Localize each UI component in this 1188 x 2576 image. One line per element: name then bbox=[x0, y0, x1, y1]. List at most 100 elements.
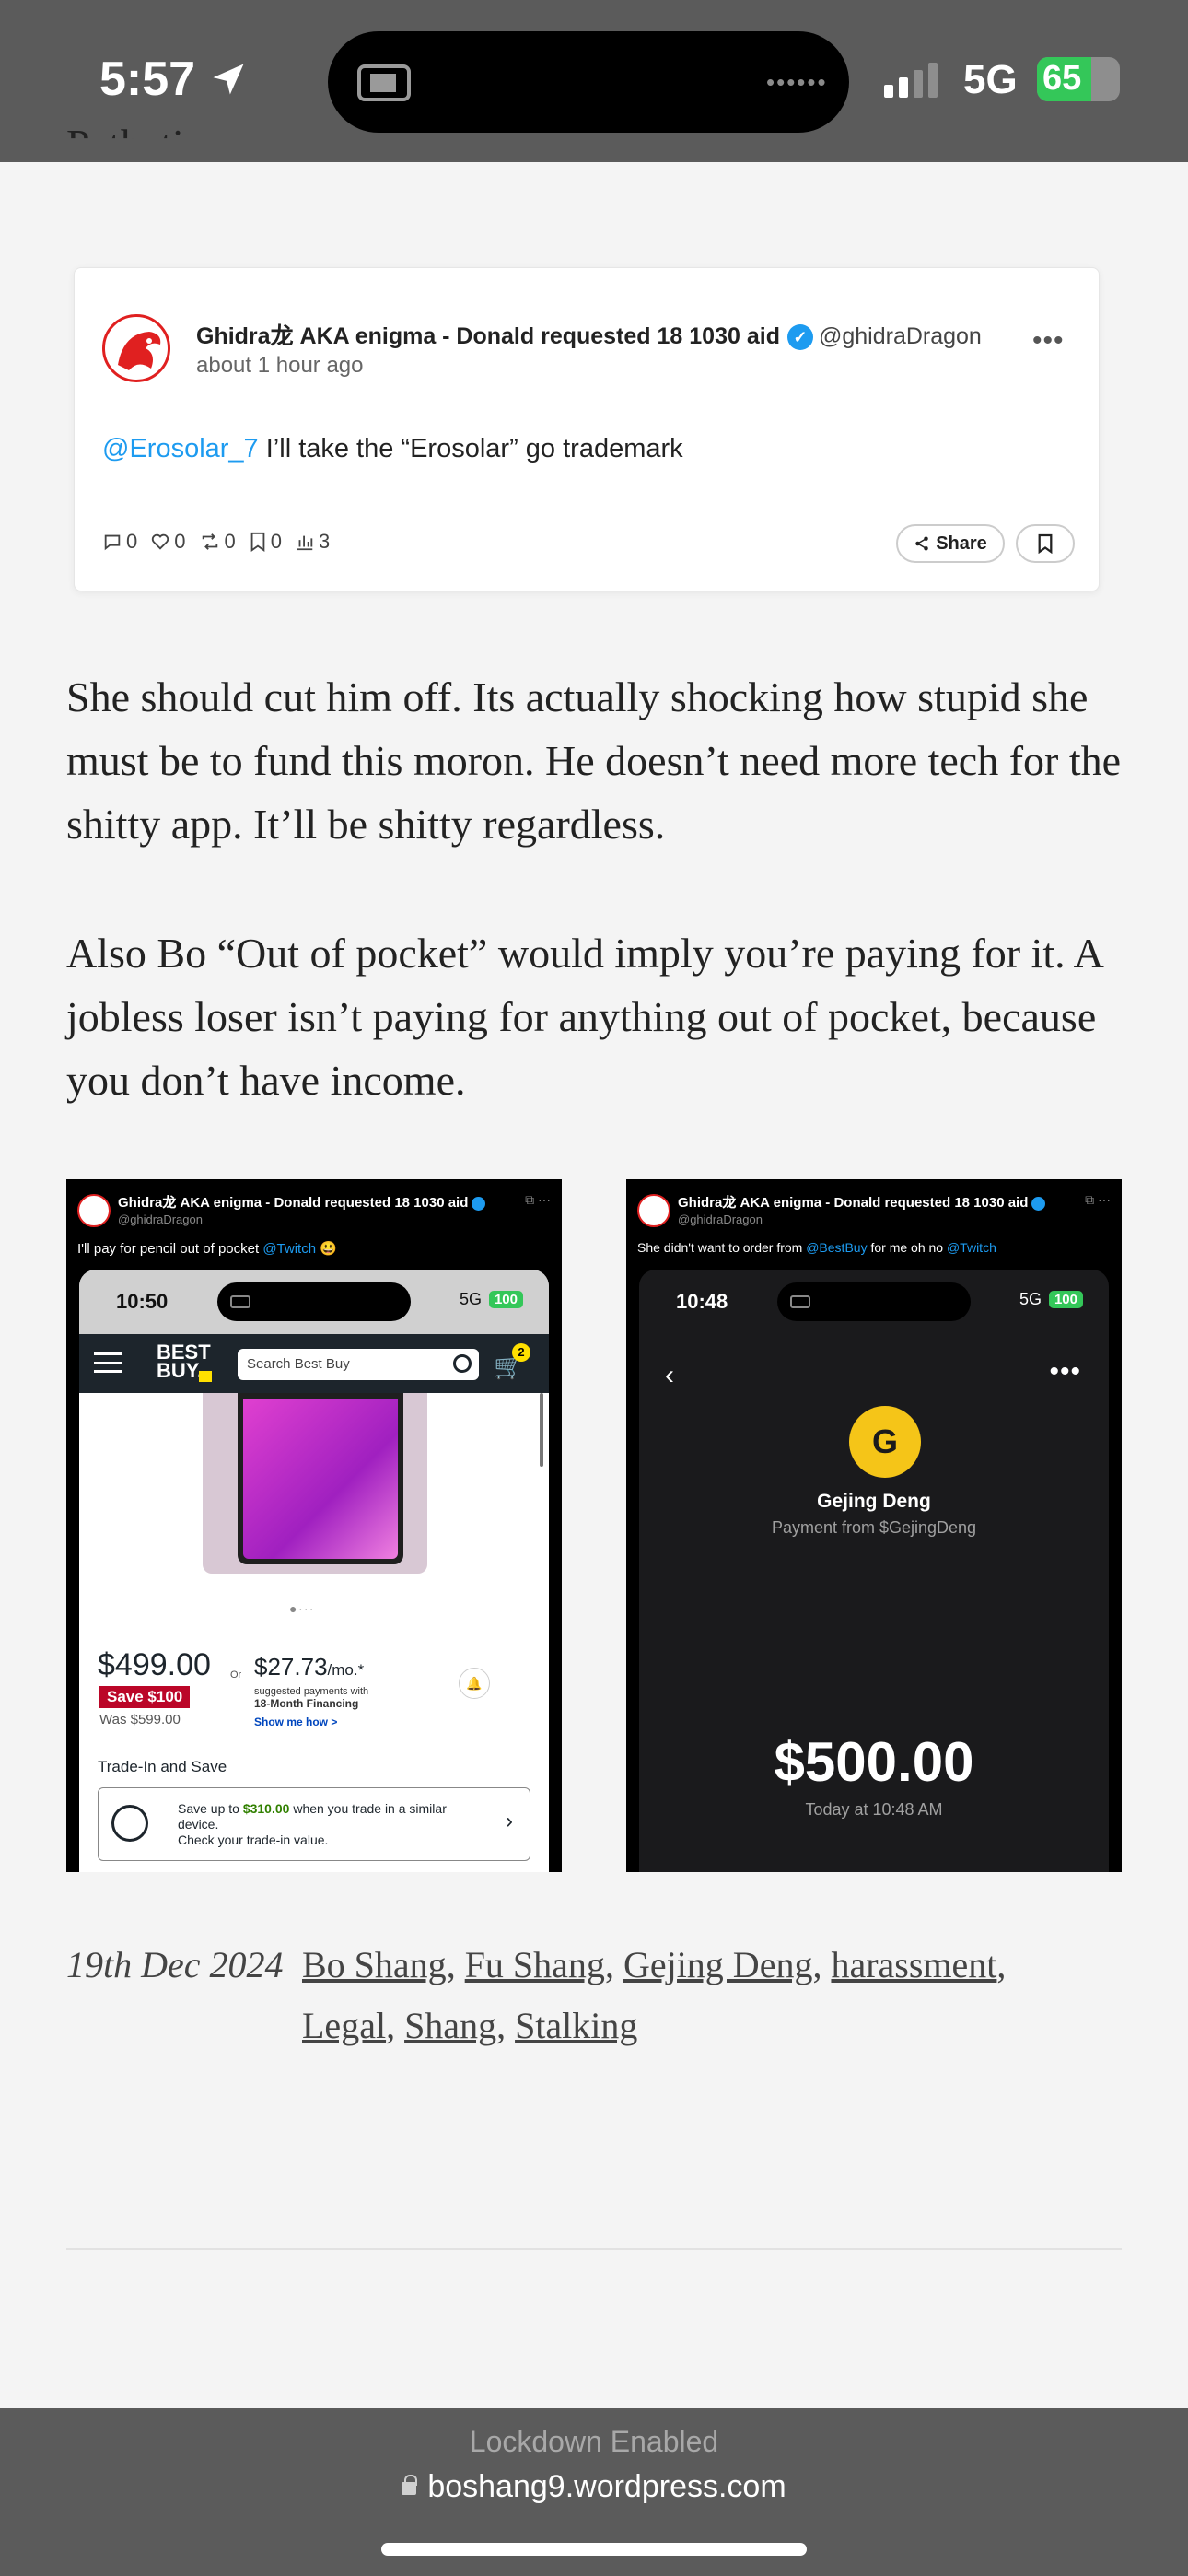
phone-time: 10:50 bbox=[116, 1290, 169, 1313]
financing-text: suggested payments with 18-Month Financin… bbox=[254, 1686, 369, 1710]
trade-in-title: Trade-In and Save bbox=[98, 1758, 227, 1775]
signal-icon bbox=[884, 61, 938, 98]
show-me-link: Show me how > bbox=[254, 1715, 338, 1728]
paragraph-2: Also Bo “Out of pocket” would imply you’… bbox=[66, 930, 1102, 1104]
more-icon: ••• bbox=[1049, 1356, 1081, 1387]
trade-in-text: Save up to $310.00 when you trade in a s… bbox=[178, 1801, 447, 1847]
share-button[interactable]: Share bbox=[896, 524, 1005, 563]
mention-link[interactable]: @Erosolar_7 bbox=[102, 434, 259, 463]
verified-badge-icon bbox=[472, 1196, 486, 1211]
shot-more-icon: ⧉ ··· bbox=[1085, 1192, 1111, 1207]
address-bar[interactable]: boshang9.wordpress.com bbox=[0, 2469, 1188, 2505]
tag-link[interactable]: Fu Shang bbox=[465, 1944, 605, 1985]
retweet-stat[interactable]: 0 bbox=[199, 530, 236, 554]
shot-tweet-text: She didn't want to order from @BestBuy f… bbox=[637, 1240, 996, 1255]
views-stat[interactable]: 3 bbox=[295, 530, 330, 554]
screenshot-payment[interactable]: Ghidra龙 AKA enigma - Donald requested 18… bbox=[626, 1179, 1122, 1872]
share-label: Share bbox=[936, 533, 987, 554]
payer-avatar: G bbox=[849, 1406, 921, 1478]
tag-link[interactable]: harassment bbox=[831, 1944, 996, 1985]
network-type: 5G bbox=[963, 57, 1018, 102]
url-text[interactable]: boshang9.wordpress.com bbox=[427, 2469, 786, 2504]
retweet-icon bbox=[202, 533, 217, 550]
monthly-price: $27.73/mo.* bbox=[254, 1653, 365, 1680]
tweet-author-handle[interactable]: @ghidraDragon bbox=[819, 323, 982, 349]
save-badge: Save $100 bbox=[99, 1686, 191, 1708]
search-icon bbox=[453, 1354, 472, 1373]
verified-badge-icon: ✓ bbox=[786, 324, 813, 351]
shot-author-handle: @ghidraDragon bbox=[678, 1212, 763, 1226]
tweet-stats: 0 0 0 0 3 bbox=[102, 530, 330, 554]
shot-more-icon: ⧉ ··· bbox=[525, 1192, 551, 1207]
scrollbar bbox=[540, 1393, 543, 1467]
phone-screenshot: 10:48 5G 100 ‹ ••• G Gejing Deng Payment … bbox=[639, 1270, 1109, 1872]
menu-icon bbox=[94, 1352, 122, 1373]
shot-author-handle: @ghidraDragon bbox=[118, 1212, 203, 1226]
trade-in-icon bbox=[111, 1805, 148, 1842]
product-page: ●∙∙∙ $499.00 Save $100 Was $599.00 Or $2… bbox=[79, 1393, 549, 1872]
bestbuy-header: BEST BUY. Search Best Buy 🛒 2 bbox=[79, 1334, 549, 1393]
reply-icon bbox=[104, 534, 121, 551]
battery-percent: 65 bbox=[1042, 59, 1082, 98]
like-stat[interactable]: 0 bbox=[150, 530, 186, 554]
tweet-time[interactable]: about 1 hour ago bbox=[196, 353, 364, 379]
status-time: 5:57 bbox=[99, 53, 196, 106]
phone-status-bar: 10:50 5G 100 bbox=[79, 1270, 549, 1334]
bell-icon: 🔔 bbox=[459, 1668, 490, 1699]
payment-time: Today at 10:48 AM bbox=[805, 1800, 943, 1819]
divider bbox=[66, 2248, 1122, 2250]
tag-link[interactable]: Gejing Deng bbox=[623, 1944, 813, 1985]
tweet-author[interactable]: Ghidra龙 AKA enigma - Donald requested 18… bbox=[196, 318, 982, 351]
reply-stat[interactable]: 0 bbox=[102, 530, 137, 554]
tweet-author-name[interactable]: Ghidra龙 AKA enigma - Donald requested 18… bbox=[196, 323, 780, 349]
post-tags: Bo Shang, Fu Shang, Gejing Deng, harassm… bbox=[302, 1944, 1007, 2046]
heart-icon bbox=[152, 533, 169, 550]
tag-link[interactable]: Bo Shang bbox=[302, 1944, 447, 1985]
ipad-image bbox=[203, 1393, 427, 1574]
tweet-text-body: I’ll take the “Erosolar” go trademark bbox=[258, 434, 683, 463]
dragon-avatar[interactable] bbox=[102, 314, 170, 382]
bookmark-icon bbox=[1038, 533, 1053, 554]
lock-icon bbox=[402, 2475, 418, 2496]
screen-recording-icon bbox=[357, 64, 411, 101]
bestbuy-search: Search Best Buy bbox=[238, 1349, 479, 1380]
browser-bottom-bar[interactable]: Lockdown Enabled boshang9.wordpress.com bbox=[0, 2408, 1188, 2576]
battery-icon: 65 bbox=[1037, 57, 1120, 101]
dynamic-island: •••••• bbox=[328, 31, 849, 133]
trade-in-box: Save up to $310.00 when you trade in a s… bbox=[98, 1787, 530, 1861]
verified-badge-icon bbox=[1031, 1196, 1046, 1211]
cart-count: 2 bbox=[512, 1343, 530, 1362]
back-chevron-icon: ‹ bbox=[665, 1360, 674, 1390]
payer-name: Gejing Deng bbox=[817, 1491, 931, 1512]
screenshot-bestbuy[interactable]: Ghidra龙 AKA enigma - Donald requested 18… bbox=[66, 1179, 562, 1872]
carousel-dots: ●∙∙∙ bbox=[289, 1601, 316, 1616]
more-options-icon[interactable]: ••• bbox=[1032, 325, 1065, 357]
views-chart-icon bbox=[297, 535, 313, 551]
location-arrow-icon bbox=[213, 64, 244, 95]
bookmark-icon bbox=[250, 532, 265, 552]
shot-author-name: Ghidra龙 AKA enigma - Donald requested 18… bbox=[118, 1192, 486, 1212]
or-label: Or bbox=[230, 1669, 242, 1680]
phone-screenshot: 10:50 5G 100 BEST BUY. Search Best Buy 🛒 2… bbox=[79, 1270, 549, 1872]
tweet-embed-card[interactable]: Ghidra龙 AKA enigma - Donald requested 18… bbox=[74, 267, 1100, 591]
tag-link[interactable]: Stalking bbox=[515, 2005, 637, 2046]
home-indicator[interactable] bbox=[381, 2543, 807, 2556]
tweet-text: @Erosolar_7 I’ll take the “Erosolar” go … bbox=[102, 434, 683, 464]
product-price: $499.00 bbox=[98, 1647, 211, 1682]
tag-link[interactable]: Legal bbox=[302, 2005, 386, 2046]
chevron-right-icon: › bbox=[506, 1809, 513, 1833]
lockdown-label: Lockdown Enabled bbox=[469, 2425, 719, 2458]
island-dots-icon: •••••• bbox=[766, 68, 828, 96]
payment-amount: $500.00 bbox=[774, 1731, 974, 1793]
phone-time: 10:48 bbox=[676, 1290, 728, 1313]
dragon-avatar bbox=[77, 1194, 111, 1227]
share-icon bbox=[915, 536, 928, 551]
bookmark-button[interactable] bbox=[1016, 524, 1075, 563]
paragraph-1: She should cut him off. Its actually sho… bbox=[66, 673, 1122, 848]
dragon-avatar bbox=[637, 1194, 670, 1227]
phone-island bbox=[217, 1282, 411, 1321]
payer-sub: Payment from $GejingDeng bbox=[771, 1518, 977, 1537]
tag-link[interactable]: Shang bbox=[404, 2005, 496, 2046]
logo-tag-icon bbox=[199, 1371, 212, 1382]
bookmark-stat[interactable]: 0 bbox=[249, 530, 282, 554]
